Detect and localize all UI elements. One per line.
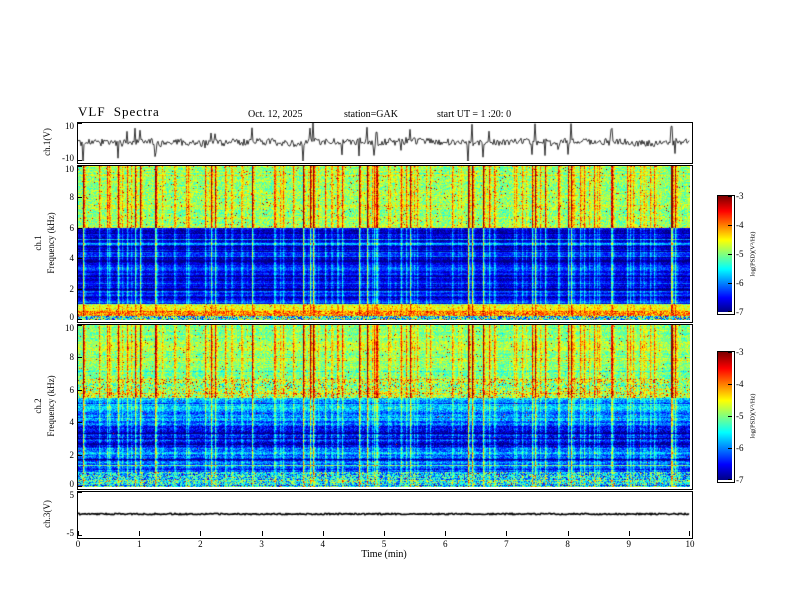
ch1-frequency-tick <box>78 166 82 167</box>
ch2-frequency-tick <box>78 422 82 424</box>
cbar1-tick-label: -6 <box>736 278 744 288</box>
start-ut-label: start UT = 1 :20: 0 <box>437 109 512 120</box>
ch3-voltage-tick-label: 5 <box>69 490 75 500</box>
cbar2-tick <box>728 448 732 449</box>
colorbar1-label: log(PSD)(V²/Hz) <box>749 231 757 277</box>
time-axis-label: Time (min) <box>361 549 407 560</box>
x-tick-label: 3 <box>259 539 264 549</box>
cbar2-tick <box>728 352 732 353</box>
ch1-frequency-tick <box>78 319 82 320</box>
x-tick-label: 9 <box>626 539 632 549</box>
x-tick-label: 7 <box>504 539 509 549</box>
cbar2-tick <box>728 479 732 480</box>
ch2-frequency-tick-label: 4 <box>69 417 75 428</box>
ch1-frequency-tick-label: 8 <box>69 191 75 202</box>
ch2-frequency-tick <box>78 486 82 487</box>
x-tick <box>261 531 263 536</box>
cbar2-tick-label: -5 <box>736 411 744 421</box>
ch1-frequency-tick <box>78 258 82 260</box>
x-tick <box>139 531 141 536</box>
ch1-voltage-tick <box>78 160 82 161</box>
ch2-frequency-tick-label: 2 <box>69 449 75 460</box>
ch1-frequency-tick-label: 6 <box>69 222 75 233</box>
x-tick <box>567 531 569 536</box>
ch1-voltage-axis-label: ch.1(V) <box>42 128 52 156</box>
cbar2-tick-label: -4 <box>736 379 744 389</box>
ch2-frequency-tick <box>78 454 82 456</box>
ch3-waveform-canvas <box>78 492 690 536</box>
ch2-frequency-tick-label: 6 <box>69 384 75 395</box>
cbar2-tick-label: -3 <box>736 347 744 357</box>
x-tick <box>628 531 630 536</box>
ch1-frequency-tick-label: 10 <box>65 164 74 174</box>
ch2-frequency-tick-label: 8 <box>69 352 75 363</box>
ch1-frequency-tick-label: 2 <box>69 284 75 295</box>
cbar1-tick <box>728 311 732 312</box>
ch1-frequency-tick <box>78 289 82 291</box>
cbar1-tick <box>728 283 732 284</box>
ch2-frequency-tick <box>78 357 82 359</box>
x-tick <box>689 531 690 536</box>
station-label: station=GAK <box>344 109 398 120</box>
date-label: Oct. 12, 2025 <box>248 109 303 120</box>
cbar2-tick <box>728 416 732 417</box>
ch2-frequency-tick <box>78 389 82 391</box>
ch1-frequency-tick-label: 0 <box>69 312 75 322</box>
cbar1-tick-label: -4 <box>736 220 744 230</box>
cbar1-tick <box>728 196 732 197</box>
x-tick-label: 5 <box>381 539 387 549</box>
ch3-voltage-tick <box>78 492 82 493</box>
ch1-channel-label: ch.1 <box>33 235 43 251</box>
x-tick <box>322 531 324 536</box>
cbar2-tick-label: -6 <box>736 443 744 453</box>
ch1-frequency-tick-label: 4 <box>69 253 75 264</box>
cbar1-tick-label: -3 <box>736 191 744 201</box>
ch1-frequency-tick <box>78 196 82 198</box>
ch2-channel-label: ch.2 <box>33 398 43 414</box>
vlf-spectra-plot: VLF Spectra Oct. 12, 2025 station=GAK st… <box>0 0 792 612</box>
cbar1-tick-label: -5 <box>736 249 744 259</box>
cbar1-tick <box>728 254 732 255</box>
x-tick-label: 2 <box>198 539 203 549</box>
x-tick <box>506 531 508 536</box>
ch2-frequency-tick-label: 0 <box>69 479 75 489</box>
ch3-voltage-tick-label: -5 <box>66 528 75 538</box>
x-tick-label: 4 <box>320 539 326 549</box>
x-tick-label: 6 <box>442 539 448 549</box>
colorbar2-label: log(PSD)(V²/Hz) <box>749 393 757 439</box>
cbar2-tick <box>728 384 732 385</box>
ch1-spectrogram-canvas <box>78 166 690 320</box>
x-tick <box>384 531 385 536</box>
cbar1-tick-label: -7 <box>736 307 744 317</box>
ch2-spectrogram-canvas <box>78 325 690 487</box>
x-tick-label: 1 <box>136 539 142 549</box>
ch1-voltage-tick-label: 10 <box>65 121 74 131</box>
x-tick-label: 8 <box>565 539 570 549</box>
x-tick <box>445 531 447 536</box>
ch1-frequency-axis-label: Frequency (kHz) <box>46 212 56 274</box>
x-tick-label: 10 <box>685 539 695 549</box>
ch3-voltage-axis-label: ch.3(V) <box>42 500 52 528</box>
ch1-frequency-tick <box>78 227 82 229</box>
cbar1-tick <box>728 225 732 226</box>
x-tick-label: 0 <box>75 539 81 549</box>
cbar2-tick-label: -7 <box>736 475 744 485</box>
ch2-frequency-tick-label: 10 <box>65 323 74 333</box>
ch1-voltage-tick-label: -10 <box>62 153 74 163</box>
plot-title: VLF Spectra <box>78 104 160 119</box>
x-tick <box>200 531 202 536</box>
ch1-waveform-canvas <box>78 123 690 161</box>
ch1-voltage-tick <box>78 123 82 124</box>
x-tick <box>78 531 79 536</box>
ch2-frequency-tick <box>78 325 82 326</box>
